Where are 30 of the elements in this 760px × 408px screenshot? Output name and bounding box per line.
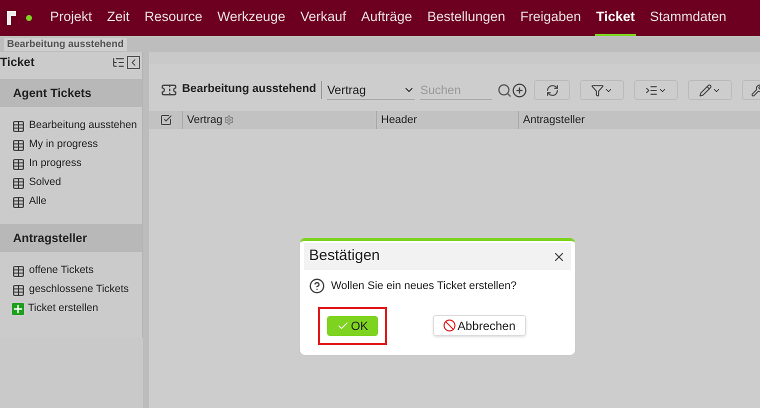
dialog-message: Wollen Sie ein neues Ticket erstellen? — [331, 279, 517, 294]
nav-item[interactable]: Werkzeuge — [216, 0, 286, 36]
sidebar-item[interactable]: My in progress — [12, 136, 142, 154]
sidebar-item[interactable]: geschlossene Tickets — [12, 281, 142, 299]
cancel-button[interactable]: Abbrechen — [433, 315, 526, 336]
section-header[interactable]: Antragsteller — [0, 224, 142, 252]
section-header[interactable]: Agent Tickets — [0, 79, 142, 107]
sidebar-item[interactable]: Ticket erstellen — [12, 300, 142, 318]
sidebar-item[interactable]: Bearbeitung ausstehen — [12, 117, 142, 135]
nav-item[interactable]: Freigaben — [519, 0, 582, 36]
sidebar-item[interactable]: offene Tickets — [12, 262, 142, 280]
nav-item[interactable]: Zeit — [106, 0, 131, 36]
breadcrumb[interactable]: Bearbeitung ausstehend — [4, 38, 127, 50]
column-header[interactable]: Antragsteller — [518, 111, 760, 129]
nav-item[interactable]: Projekt — [49, 0, 94, 36]
ok-button[interactable]: OK — [327, 316, 378, 336]
contract-select[interactable]: Vertrag — [327, 80, 416, 100]
nav-item[interactable]: Verkauf — [299, 0, 348, 36]
nav-item[interactable]: Aufträge — [360, 0, 414, 36]
sidebar-item[interactable]: Solved — [12, 174, 142, 192]
sidebar-title: Ticket — [0, 54, 34, 71]
nav-item[interactable]: Bestellungen — [426, 0, 506, 36]
nav-item[interactable]: Resource — [144, 0, 204, 36]
sidebar-item[interactable]: Alle — [12, 193, 142, 211]
sidebar-item[interactable]: In progress — [12, 155, 142, 173]
column-header[interactable]: Header — [376, 111, 518, 129]
dialog-title: Bestätigen — [309, 246, 380, 266]
nav-item[interactable]: Stammdaten — [648, 0, 728, 36]
column-header[interactable]: Vertrag — [182, 111, 376, 129]
view-title: Bearbeitung ausstehend — [182, 81, 322, 99]
